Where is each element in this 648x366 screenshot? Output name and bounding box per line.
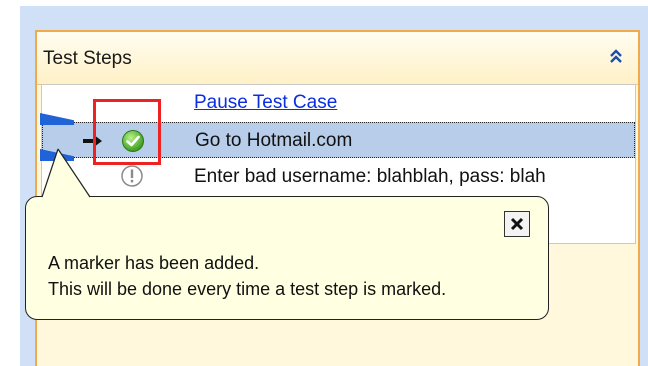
pause-test-case-link[interactable]: Pause Test Case [194, 92, 337, 114]
panel-header[interactable]: Test Steps [37, 32, 638, 85]
tooltip-pointer [41, 148, 91, 198]
collapse-double-chevron-up-icon[interactable] [604, 44, 628, 68]
info-exclamation-icon [120, 164, 144, 193]
step-label: Go to Hotmail.com [195, 130, 353, 151]
close-x-icon[interactable] [504, 211, 530, 237]
panel-title: Test Steps [43, 48, 132, 69]
tooltip-text-line: This will be done every time a test step… [48, 279, 447, 299]
marker-tooltip: A marker has been added. This will be do… [25, 196, 549, 320]
tooltip-text-line: A marker has been added. [48, 253, 260, 273]
highlight-callout-box [93, 99, 161, 165]
step-label: Enter bad username: blahblah, pass: blah [194, 166, 546, 187]
